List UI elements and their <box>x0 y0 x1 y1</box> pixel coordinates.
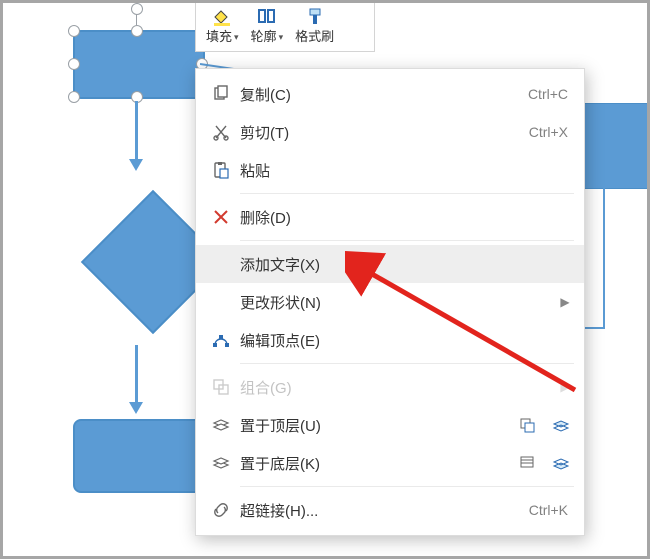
menu-hyperlink[interactable]: 超链接(H)... Ctrl+K <box>196 491 584 529</box>
selection-handle[interactable] <box>68 58 80 70</box>
menu-paste[interactable]: 粘贴 <box>196 151 584 189</box>
menu-copy-label: 复制(C) <box>238 84 498 105</box>
menu-delete-label: 删除(D) <box>238 207 498 228</box>
menu-copy[interactable]: 复制(C) Ctrl+C <box>196 75 584 113</box>
context-menu: 复制(C) Ctrl+C 剪切(T) Ctrl+X 粘贴 删除(D) <box>195 68 585 536</box>
flowchart-decision[interactable] <box>67 176 207 316</box>
bring-front-alt1-icon[interactable] <box>516 414 538 436</box>
menu-hyperlink-label: 超链接(H)... <box>238 500 498 521</box>
bring-front-alt2-icon[interactable] <box>550 414 572 436</box>
chevron-right-icon: ▶ <box>558 380 572 394</box>
delete-icon <box>204 209 238 225</box>
outline-label: 轮廓 <box>251 29 277 45</box>
selection-handle[interactable] <box>68 25 80 37</box>
menu-change-shape-label: 更改形状(N) <box>238 292 558 313</box>
chevron-right-icon: ▶ <box>558 295 572 309</box>
menu-send-back-label: 置于底层(K) <box>238 453 510 474</box>
rotation-handle[interactable] <box>131 3 143 15</box>
menu-cut-label: 剪切(T) <box>238 122 498 143</box>
drawing-canvas[interactable]: 填充▾ 轮廓▾ 格式刷 <box>0 0 650 559</box>
menu-bring-front-label: 置于顶层(U) <box>238 415 510 436</box>
connector-arrow <box>135 101 138 161</box>
format-painter-label: 格式刷 <box>295 29 334 45</box>
separator <box>240 363 574 364</box>
menu-add-text-label: 添加文字(X) <box>238 254 498 275</box>
connector-arrowhead <box>129 159 143 171</box>
bring-front-icon <box>204 416 238 434</box>
chevron-down-icon: ▾ <box>234 29 239 45</box>
flowchart-rect-bottom[interactable] <box>73 419 205 493</box>
connector-arrow <box>135 345 138 405</box>
fill-label: 填充 <box>206 29 232 45</box>
menu-hyperlink-shortcut: Ctrl+K <box>498 502 572 518</box>
format-painter-icon <box>306 7 324 27</box>
paste-icon <box>204 161 238 179</box>
selection-handle[interactable] <box>131 25 143 37</box>
link-icon <box>204 501 238 519</box>
menu-edit-points-label: 编辑顶点(E) <box>238 330 498 351</box>
mini-format-toolbar: 填充▾ 轮廓▾ 格式刷 <box>195 0 375 52</box>
separator <box>240 193 574 194</box>
flowchart-rect-top[interactable] <box>73 30 205 99</box>
separator <box>240 240 574 241</box>
selection-handle[interactable] <box>68 91 80 103</box>
connector-line <box>603 187 605 329</box>
send-back-alt1-icon[interactable] <box>516 452 538 474</box>
menu-group-label: 组合(G) <box>238 377 558 398</box>
menu-paste-label: 粘贴 <box>238 160 498 181</box>
menu-copy-shortcut: Ctrl+C <box>498 86 572 102</box>
menu-group: 组合(G) ▶ <box>196 368 584 406</box>
separator <box>240 486 574 487</box>
edit-points-icon <box>204 331 238 349</box>
outline-icon <box>257 7 277 27</box>
connector-arrowhead <box>129 402 143 414</box>
chevron-down-icon: ▾ <box>279 29 284 45</box>
outline-dropdown[interactable]: 轮廓▾ <box>245 3 290 45</box>
menu-edit-points[interactable]: 编辑顶点(E) <box>196 321 584 359</box>
copy-icon <box>204 85 238 103</box>
fill-dropdown[interactable]: 填充▾ <box>200 3 245 45</box>
fill-icon <box>212 7 232 27</box>
send-back-icon <box>204 454 238 472</box>
send-back-alt2-icon[interactable] <box>550 452 572 474</box>
menu-cut[interactable]: 剪切(T) Ctrl+X <box>196 113 584 151</box>
cut-icon <box>204 123 238 141</box>
menu-change-shape[interactable]: 更改形状(N) ▶ <box>196 283 584 321</box>
menu-bring-to-front[interactable]: 置于顶层(U) <box>196 406 584 444</box>
menu-add-text[interactable]: 添加文字(X) <box>196 245 584 283</box>
group-icon <box>204 378 238 396</box>
menu-cut-shortcut: Ctrl+X <box>498 124 572 140</box>
menu-send-to-back[interactable]: 置于底层(K) <box>196 444 584 482</box>
format-painter-button[interactable]: 格式刷 <box>289 3 340 45</box>
menu-delete[interactable]: 删除(D) <box>196 198 584 236</box>
